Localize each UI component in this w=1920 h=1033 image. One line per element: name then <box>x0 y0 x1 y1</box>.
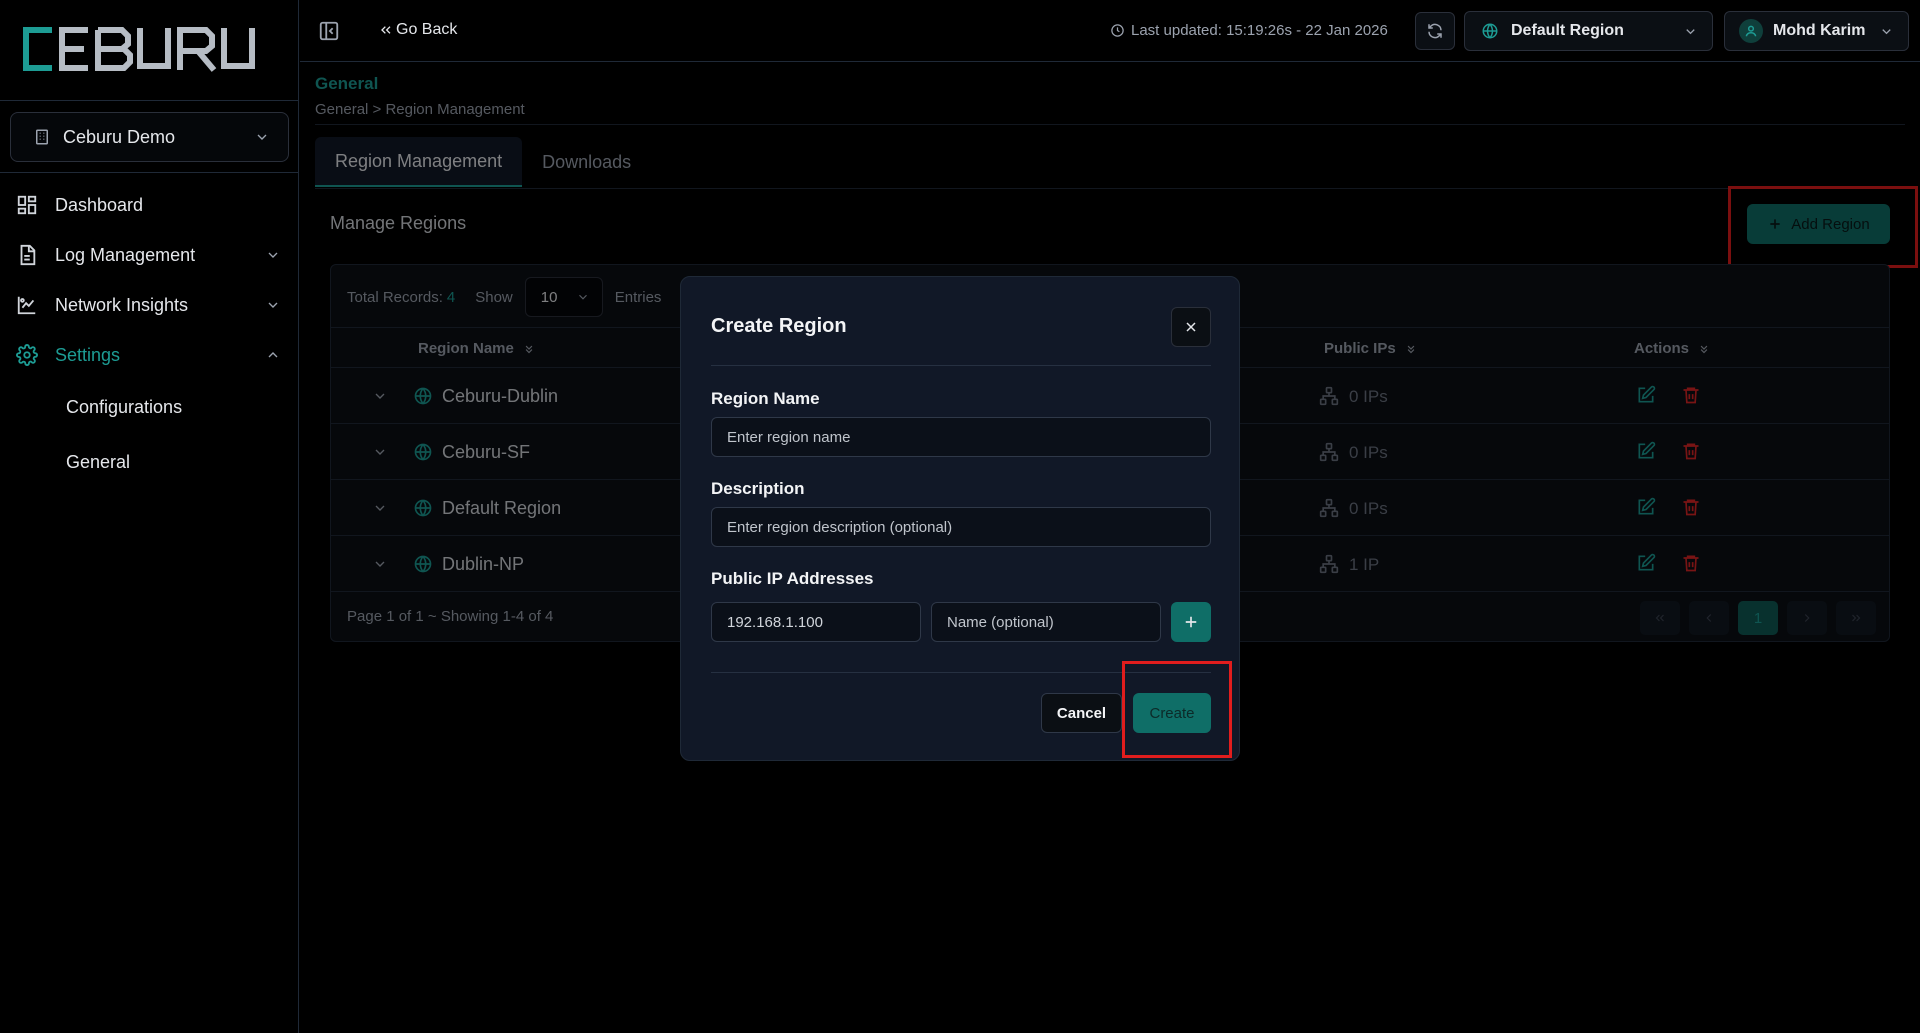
chevron-down-icon <box>257 134 267 140</box>
sidebar-item-log-management[interactable]: Log Management <box>0 230 299 280</box>
modal-title: Create Region <box>711 315 847 337</box>
cancel-button[interactable]: Cancel <box>1041 693 1122 733</box>
description-label: Description <box>711 479 805 498</box>
chevron-down-icon <box>268 302 278 308</box>
avatar <box>1739 19 1763 43</box>
document-icon <box>20 244 36 266</box>
plus-icon <box>1185 616 1197 628</box>
region-select-value: Default Region <box>1511 22 1624 39</box>
dashboard-icon <box>17 195 37 215</box>
chart-icon <box>17 296 36 315</box>
chevron-down-icon <box>1882 28 1891 34</box>
sidebar-subitem-general[interactable]: General <box>0 435 299 490</box>
go-back-link[interactable]: Go Back <box>378 21 457 39</box>
region-name-input[interactable] <box>711 417 1211 457</box>
chevron-down-icon <box>1686 28 1695 34</box>
region-name-label: Region Name <box>711 389 820 408</box>
highlight-box-create <box>1122 661 1232 758</box>
ceburu-logo[interactable] <box>18 26 261 76</box>
user-name: Mohd Karim <box>1773 22 1866 39</box>
chevron-down-icon <box>268 252 278 258</box>
close-icon <box>1186 322 1196 332</box>
user-icon <box>1745 25 1757 37</box>
ip-name-input[interactable] <box>931 602 1161 642</box>
last-updated-text: Last updated: 15:19:26s - 22 Jan 2026 <box>1131 22 1388 39</box>
close-button[interactable] <box>1171 307 1211 347</box>
user-menu[interactable]: Mohd Karim <box>1724 11 1909 51</box>
refresh-button[interactable] <box>1415 12 1455 50</box>
globe-icon <box>1482 23 1498 39</box>
sidebar-item-settings[interactable]: Settings <box>0 330 299 380</box>
organization-name: Ceburu Demo <box>63 126 176 147</box>
top-header: Go Back Last updated: 15:19:26s - 22 Jan… <box>300 0 1920 62</box>
organization-select[interactable]: Ceburu Demo <box>10 112 289 162</box>
sidebar-item-label: Log Management <box>55 244 196 265</box>
ip-address-input[interactable] <box>711 602 921 642</box>
clock-icon <box>1111 24 1124 37</box>
gear-icon <box>16 344 38 366</box>
sidebar-collapse-icon[interactable] <box>318 20 340 42</box>
description-input[interactable] <box>711 507 1211 547</box>
sidebar-item-network-insights[interactable]: Network Insights <box>0 280 299 330</box>
add-ip-button[interactable] <box>1171 602 1211 642</box>
sidebar-item-label: Settings <box>55 344 121 365</box>
region-select[interactable]: Default Region <box>1464 11 1713 51</box>
refresh-icon <box>1428 23 1442 39</box>
sidebar: Ceburu Demo Dashboard Log Management Net… <box>0 0 299 1033</box>
sidebar-subitem-configurations[interactable]: Configurations <box>0 380 299 435</box>
sidebar-item-dashboard[interactable]: Dashboard <box>0 180 299 230</box>
go-back-label: Go Back <box>396 21 458 38</box>
building-icon <box>36 129 48 145</box>
sidebar-item-label: Dashboard <box>55 194 144 215</box>
public-ip-label: Public IP Addresses <box>711 569 874 588</box>
double-chevron-left-icon <box>381 26 391 34</box>
sidebar-nav: Dashboard Log Management Network Insight… <box>0 180 299 490</box>
last-updated: Last updated: 15:19:26s - 22 Jan 2026 <box>1110 22 1388 39</box>
chevron-up-icon <box>268 352 278 358</box>
sidebar-item-label: Network Insights <box>55 294 189 315</box>
